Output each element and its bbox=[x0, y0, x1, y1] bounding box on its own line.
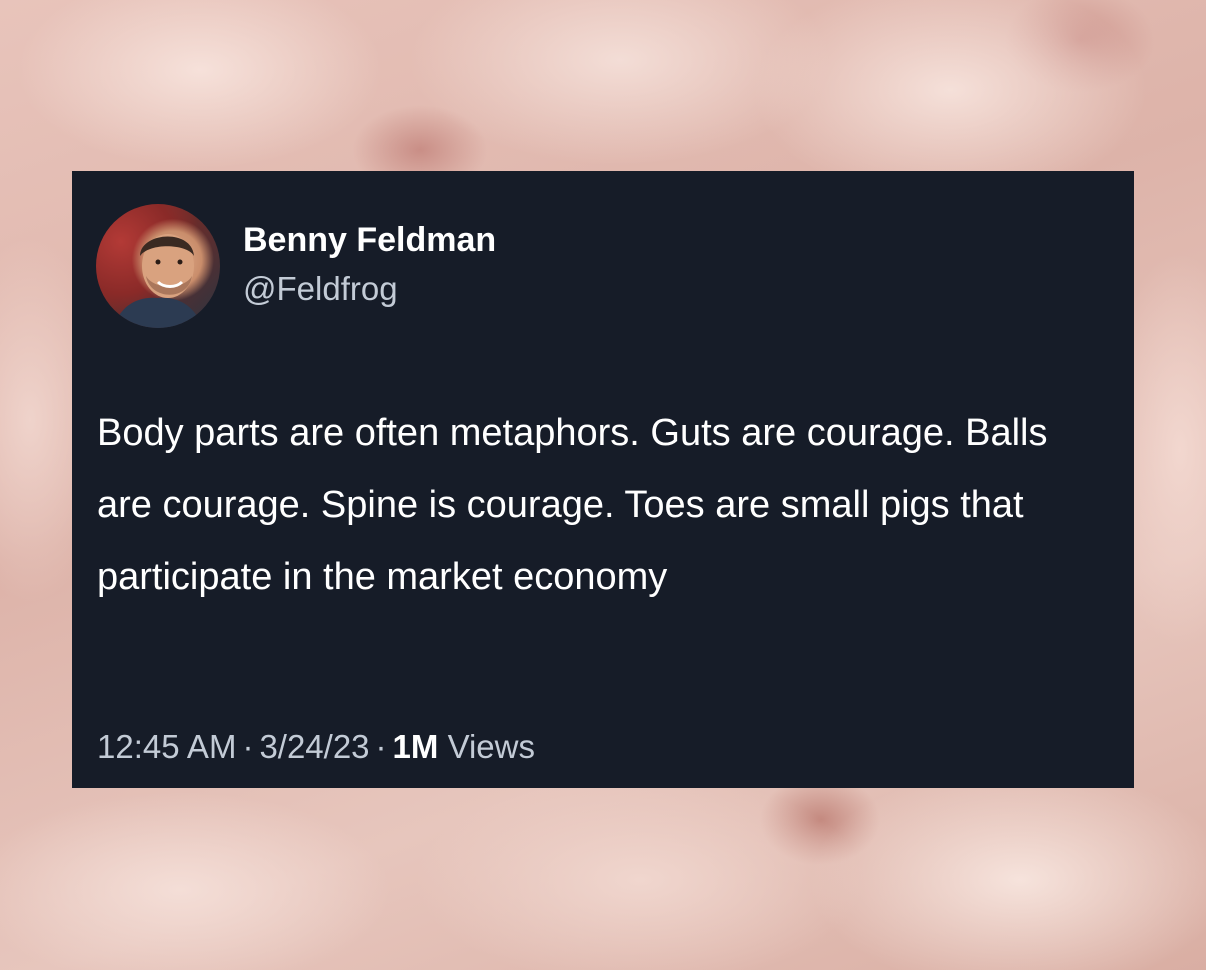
tweet-time[interactable]: 12:45 AM bbox=[97, 728, 236, 765]
display-name[interactable]: Benny Feldman bbox=[243, 219, 496, 261]
user-info: Benny Feldman @Feldfrog bbox=[243, 219, 496, 311]
views-label: Views bbox=[447, 728, 535, 765]
meta-separator: · bbox=[242, 728, 254, 765]
avatar-portrait-icon bbox=[114, 234, 202, 328]
meta-separator: · bbox=[375, 728, 387, 765]
views-count: 1M bbox=[392, 728, 439, 765]
tweet-meta: 12:45 AM · 3/24/23 · 1M Views bbox=[97, 725, 535, 769]
user-handle[interactable]: @Feldfrog bbox=[243, 267, 496, 311]
tweet-date[interactable]: 3/24/23 bbox=[259, 728, 369, 765]
tweet-card: Benny Feldman @Feldfrog Body parts are o… bbox=[72, 171, 1134, 788]
avatar[interactable] bbox=[96, 204, 220, 328]
tweet-text: Body parts are often metaphors. Guts are… bbox=[97, 412, 1048, 598]
